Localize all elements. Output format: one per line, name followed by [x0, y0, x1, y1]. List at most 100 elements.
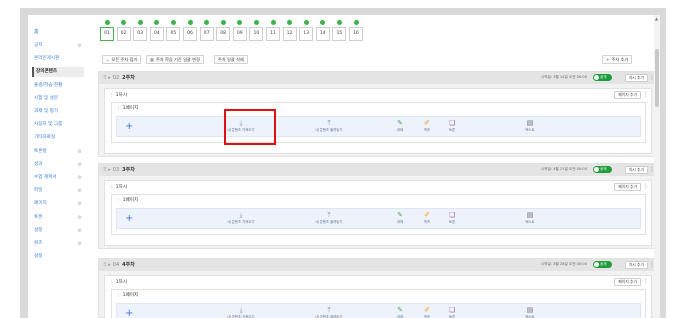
content-tool-button[interactable]: ⤒ 내 콘텐츠 올려놓기: [304, 306, 354, 318]
sidebar-item[interactable]: 설정 ⚙: [34, 226, 86, 236]
week-tab[interactable]: 07: [199, 27, 214, 41]
add-page-button[interactable]: 페이지 추가: [614, 183, 641, 191]
sidebar-item[interactable]: 기타자료실: [34, 133, 86, 143]
content-tool-button[interactable]: ❏ 토론: [427, 119, 477, 133]
drag-handle-icon[interactable]: ⋮: [116, 106, 121, 111]
add-page-button[interactable]: 페이지 추가: [614, 278, 641, 286]
settings-gear-icon[interactable]: ⚙: [78, 41, 82, 51]
class-title[interactable]: ⋮ 1차시: [109, 184, 127, 190]
week-tab[interactable]: 04: [149, 27, 164, 41]
week-tab[interactable]: 11: [266, 27, 280, 41]
settings-gear-icon[interactable]: ⚙: [78, 160, 82, 170]
content-tool-button[interactable]: ▤ 텍스트: [505, 119, 555, 133]
week-tab[interactable]: 06: [183, 27, 197, 41]
class-name: 1차시: [115, 185, 127, 190]
content-tool-button[interactable]: ▤ 텍스트: [505, 211, 555, 225]
bulk-delete-weeks-button[interactable]: 주차 일괄 삭제: [214, 55, 248, 64]
sidebar-item[interactable]: 공지 ⚙: [34, 41, 86, 51]
settings-gear-icon[interactable]: ⚙: [78, 226, 82, 236]
sidebar-item[interactable]: 토론방 ⚙: [34, 147, 86, 157]
settings-gear-icon[interactable]: ⚙: [78, 239, 82, 249]
content-tool-button[interactable]: ⤓ 내 콘텐츠 가져오기: [216, 306, 266, 318]
settings-gear-icon[interactable]: ⚙: [78, 199, 82, 209]
drag-handle-icon[interactable]: ⋮: [109, 93, 114, 98]
collapse-all-weeks-button[interactable]: ⌄ 모든 주차 접기: [102, 55, 142, 64]
class-box: ⋮ 1차시 페이지 추가 ⋮ ⋮ 1페이지 + ⤓ 내 콘텐츠 가져오기 ⤒ 내 콘텐츠 올려놓기 ✎…: [104, 88, 652, 154]
add-page-button[interactable]: 페이지 추가: [614, 91, 641, 99]
content-tool-button[interactable]: ⤒ 내 콘텐츠 올려놓기: [304, 211, 354, 225]
scrollbar-thumb[interactable]: [655, 49, 659, 107]
sidebar-item[interactable]: 토론 ⚙: [34, 213, 86, 223]
settings-gear-icon[interactable]: ⚙: [78, 213, 82, 223]
week-status-dot: [353, 20, 359, 25]
drag-handle-icon[interactable]: ⠿ ▸: [103, 167, 111, 173]
sidebar-home-link[interactable]: 홈: [34, 28, 39, 35]
sidebar-item[interactable]: 온라인게시판: [34, 54, 86, 64]
week-tab[interactable]: 15: [332, 27, 347, 41]
week-tab[interactable]: 09: [232, 27, 247, 41]
settings-gear-icon[interactable]: ⚙: [78, 186, 82, 196]
sidebar-item[interactable]: 페이지 ⚙: [34, 199, 86, 209]
sidebar-item[interactable]: 파일 ⚙: [34, 186, 86, 196]
content-tool-button[interactable]: ❏ 토론: [427, 306, 477, 318]
sidebar-item[interactable]: 강의콘텐츠: [32, 67, 84, 78]
sidebar-item[interactable]: 수업 계획서 ⚙: [34, 173, 86, 183]
drag-handle-icon[interactable]: ⋮: [116, 198, 121, 203]
week-tab[interactable]: 05: [166, 27, 181, 41]
week-name: 4주차: [122, 262, 135, 268]
sidebar-item[interactable]: 퀴즈 ⚙: [34, 239, 86, 249]
week-tab[interactable]: 03: [133, 27, 148, 41]
more-options-icon[interactable]: ⋮: [643, 91, 649, 99]
week-number: 02: [112, 75, 120, 81]
week-tab[interactable]: 01: [100, 27, 114, 41]
bulk-change-period-button[interactable]: ▦ 주차 학습 기간 일괄 변경: [146, 55, 204, 64]
sidebar-item[interactable]: 시험 및 설문: [34, 94, 86, 104]
drag-handle-icon[interactable]: ⋮: [109, 280, 114, 285]
week-title[interactable]: ⠿ ▸ 03 3주차: [103, 166, 135, 173]
drag-handle-icon[interactable]: ⋮: [109, 185, 114, 190]
class-title[interactable]: ⋮ 1차시: [109, 279, 127, 285]
week-tab[interactable]: 02: [116, 27, 131, 41]
sidebar-item[interactable]: 과제 및 평가: [34, 107, 86, 117]
content-tool-button[interactable]: ⤒ 내 콘텐츠 올려놓기: [304, 119, 354, 133]
class-title[interactable]: ⋮ 1차시: [109, 92, 127, 98]
add-class-button[interactable]: 차시 추가: [624, 74, 648, 82]
sidebar-item[interactable]: 출결/학습 현황: [34, 81, 86, 91]
week-title[interactable]: ⠿ ▸ 02 2주차: [103, 74, 135, 81]
drag-handle-icon[interactable]: ⋮: [116, 293, 121, 298]
drag-handle-icon[interactable]: ⠿ ▸: [103, 75, 111, 81]
sidebar-item[interactable]: 사용자 및 그룹: [34, 120, 86, 130]
add-week-button[interactable]: + 주차 추가: [602, 55, 633, 64]
more-options-icon[interactable]: ⋮: [643, 183, 649, 191]
week-tab[interactable]: 13: [299, 27, 314, 41]
scroll-up-icon[interactable]: ▲: [655, 16, 658, 21]
week-tab[interactable]: 12: [282, 27, 297, 41]
week-tab[interactable]: 14: [315, 27, 330, 41]
add-content-plus-icon[interactable]: +: [125, 213, 133, 225]
publish-toggle[interactable]: 공개: [593, 74, 612, 81]
content-tool-button[interactable]: ❏ 토론: [427, 211, 477, 225]
week-tab[interactable]: 10: [249, 27, 264, 41]
sidebar-item-label: 수업 계획서: [34, 175, 57, 180]
sidebar-item[interactable]: 성과 ⚙: [34, 160, 86, 170]
publish-toggle[interactable]: 공개: [593, 166, 612, 173]
week-title[interactable]: ⠿ ▸ 04 4주차: [103, 261, 135, 268]
content-tool-label: 내 콘텐츠 가져오기: [227, 220, 255, 224]
page-title[interactable]: ⋮ 1페이지: [116, 292, 138, 298]
page-title[interactable]: ⋮ 1페이지: [116, 105, 138, 111]
add-content-plus-icon[interactable]: +: [125, 308, 133, 318]
settings-gear-icon[interactable]: ⚙: [78, 147, 82, 157]
more-options-icon[interactable]: ⋮: [643, 278, 649, 286]
content-tool-button[interactable]: ⤓ 내 콘텐츠 가져오기: [216, 211, 266, 225]
publish-toggle[interactable]: 공개: [593, 261, 612, 268]
sidebar-item[interactable]: 설정: [34, 252, 86, 262]
drag-handle-icon[interactable]: ⠿ ▸: [103, 262, 111, 268]
page-title[interactable]: ⋮ 1페이지: [116, 197, 138, 203]
add-content-plus-icon[interactable]: +: [125, 121, 133, 133]
week-tab[interactable]: 08: [216, 27, 231, 41]
add-class-button[interactable]: 차시 추가: [624, 261, 648, 269]
week-tab[interactable]: 16: [349, 27, 363, 41]
add-class-button[interactable]: 차시 추가: [624, 166, 648, 174]
settings-gear-icon[interactable]: ⚙: [78, 173, 82, 183]
content-tool-button[interactable]: ▤ 텍스트: [505, 306, 555, 318]
